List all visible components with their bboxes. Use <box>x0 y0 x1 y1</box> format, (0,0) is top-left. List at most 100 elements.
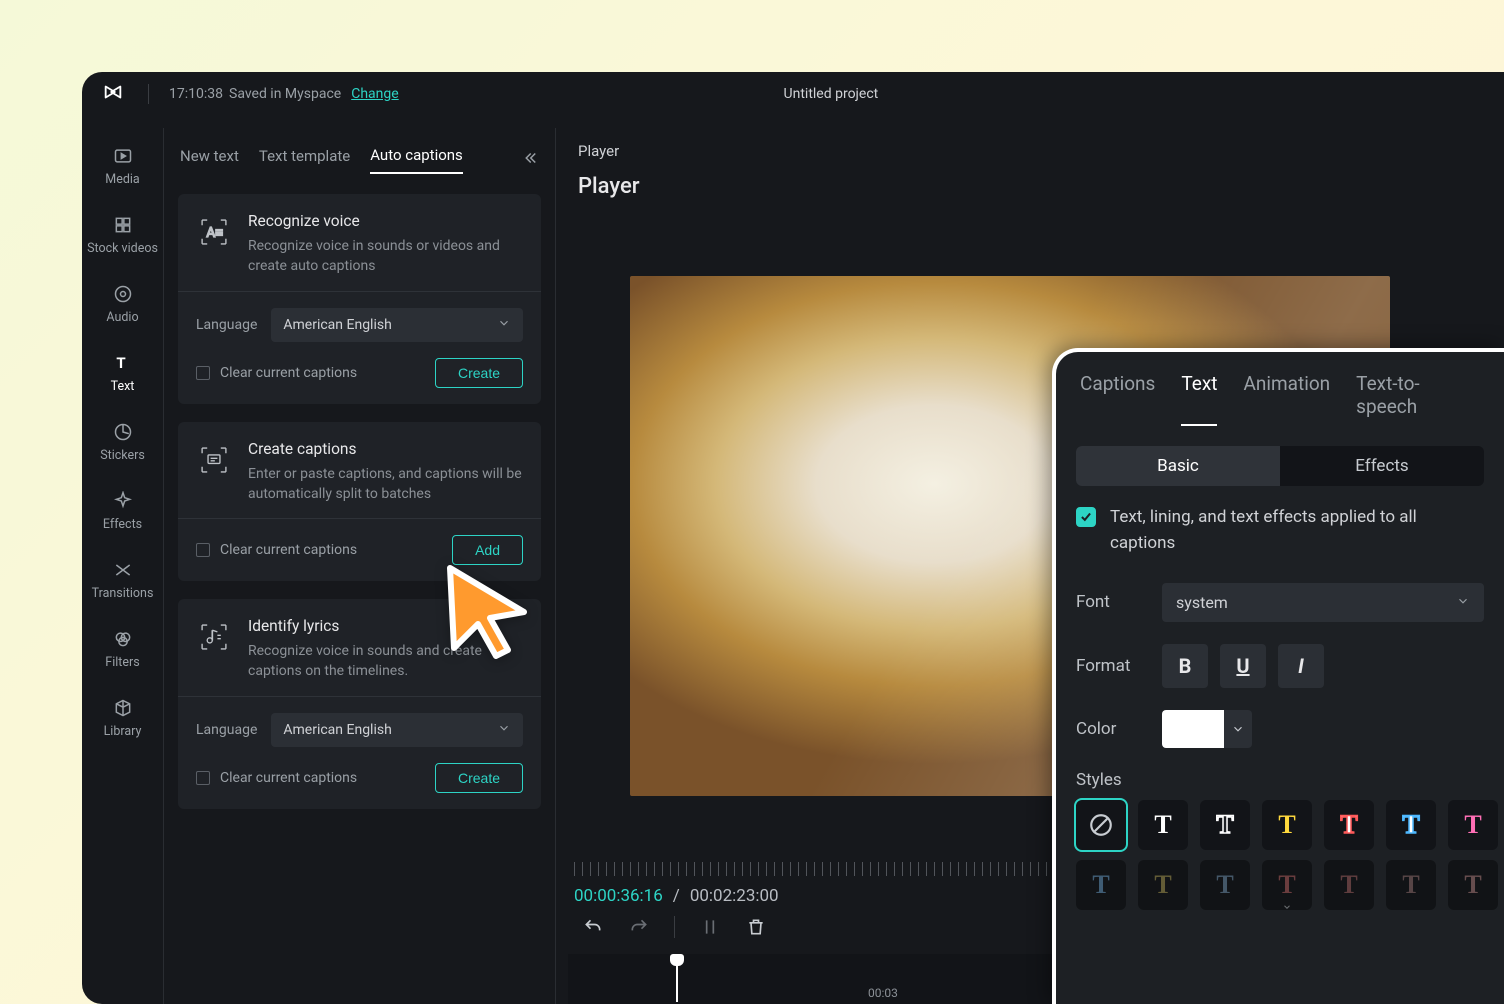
color-swatch[interactable] <box>1162 710 1224 748</box>
bold-button[interactable]: B <box>1162 644 1208 688</box>
rail-stickers-label: Stickers <box>100 448 145 463</box>
style-outline[interactable]: T <box>1200 800 1250 850</box>
chevron-down-icon <box>497 721 511 739</box>
prop-tab-text[interactable]: Text <box>1181 372 1217 426</box>
italic-button[interactable]: I <box>1278 644 1324 688</box>
create-captions-icon <box>196 442 232 478</box>
chevron-down-icon <box>1456 593 1470 612</box>
underline-button[interactable]: U <box>1220 644 1266 688</box>
color-label: Color <box>1076 719 1144 739</box>
lyrics-clear-label: Clear current captions <box>220 770 357 786</box>
chevron-down-icon <box>497 316 511 334</box>
prop-tab-tts[interactable]: Text-to-speech <box>1356 372 1480 426</box>
create-captions-clear-label: Clear current captions <box>220 542 357 558</box>
font-label: Font <box>1076 592 1144 612</box>
rail-media[interactable]: Media <box>82 146 163 187</box>
transitions-icon <box>113 560 133 580</box>
properties-panel: Captions Text Animation Text-to-speech B… <box>1052 348 1504 1004</box>
player-label-big: Player <box>556 168 1504 213</box>
style-pink[interactable]: T <box>1448 800 1498 850</box>
rail-library[interactable]: Library <box>82 698 163 739</box>
recognize-clear-checkbox[interactable]: Clear current captions <box>196 365 357 381</box>
create-captions-clear-checkbox[interactable]: Clear current captions <box>196 542 357 558</box>
apply-all-label: Text, lining, and text effects applied t… <box>1110 504 1484 557</box>
rail-effects[interactable]: Effects <box>82 491 163 532</box>
lyrics-lang-label: Language <box>196 722 257 738</box>
color-dropdown-button[interactable] <box>1224 710 1252 748</box>
change-link[interactable]: Change <box>351 86 398 102</box>
recognize-create-button[interactable]: Create <box>435 358 523 388</box>
recognize-voice-card: A≡ Recognize voice Recognize voice in so… <box>178 194 541 404</box>
topbar-divider <box>148 84 149 104</box>
app-logo-icon <box>102 81 124 107</box>
recognize-voice-icon: A≡ <box>196 214 232 250</box>
style-8[interactable]: T <box>1076 860 1126 910</box>
playhead[interactable] <box>676 964 678 1002</box>
recognize-desc: Recognize voice in sounds or videos and … <box>248 236 523 277</box>
style-white[interactable]: T <box>1138 800 1188 850</box>
redo-icon[interactable] <box>628 916 650 938</box>
font-dropdown[interactable]: system <box>1162 583 1484 622</box>
rail-transitions[interactable]: Transitions <box>82 560 163 601</box>
segment-effects[interactable]: Effects <box>1280 446 1484 486</box>
media-icon <box>113 146 133 166</box>
style-14[interactable]: T <box>1448 860 1498 910</box>
create-captions-title: Create captions <box>248 440 523 458</box>
app-window: 17:10:38 Saved in Myspace Change Untitle… <box>82 72 1504 1004</box>
create-captions-card: Create captions Enter or paste captions,… <box>178 422 541 582</box>
topbar: 17:10:38 Saved in Myspace Change Untitle… <box>82 72 1504 116</box>
rail-transitions-label: Transitions <box>92 586 154 601</box>
tab-new-text[interactable]: New text <box>180 147 239 173</box>
undo-icon[interactable] <box>582 916 604 938</box>
style-red-outline[interactable]: T <box>1324 800 1374 850</box>
library-icon <box>113 698 133 718</box>
text-panel-tabs: New text Text template Auto captions <box>178 140 541 182</box>
project-title: Untitled project <box>784 86 879 102</box>
recognize-lang-label: Language <box>196 317 257 333</box>
prop-tab-captions[interactable]: Captions <box>1080 372 1155 426</box>
track-timestamp: 00:03 <box>868 986 898 1000</box>
style-11[interactable]: T <box>1262 860 1312 910</box>
format-label: Format <box>1076 656 1144 676</box>
rail-audio[interactable]: Audio <box>82 284 163 325</box>
filters-icon <box>113 629 133 649</box>
style-10[interactable]: T <box>1200 860 1250 910</box>
styles-label: Styles <box>1076 770 1484 790</box>
rail-stickers[interactable]: Stickers <box>82 422 163 463</box>
style-yellow[interactable]: T <box>1262 800 1312 850</box>
style-9[interactable]: T <box>1138 860 1188 910</box>
split-icon[interactable] <box>699 916 721 938</box>
recognize-lang-dropdown[interactable]: American English <box>271 308 523 342</box>
style-blue-outline[interactable]: T <box>1386 800 1436 850</box>
player-label-small: Player <box>556 128 1504 168</box>
rail-audio-label: Audio <box>106 310 138 325</box>
style-none[interactable] <box>1076 800 1126 850</box>
lyrics-create-button[interactable]: Create <box>435 763 523 793</box>
audio-icon <box>113 284 133 304</box>
tab-text-template[interactable]: Text template <box>259 147 350 173</box>
rail-library-label: Library <box>104 724 142 739</box>
segment-basic[interactable]: Basic <box>1076 446 1280 486</box>
rail-stock[interactable]: Stock videos <box>82 215 163 256</box>
lyrics-lang-dropdown[interactable]: American English <box>271 713 523 747</box>
lyrics-clear-checkbox[interactable]: Clear current captions <box>196 770 357 786</box>
delete-icon[interactable] <box>745 916 767 938</box>
cursor-pointer-icon <box>440 560 536 664</box>
rail-media-label: Media <box>105 172 139 187</box>
left-rail: Media Stock videos Audio T Text Stickers… <box>82 128 164 1004</box>
stock-icon <box>113 215 133 235</box>
timecode-current: 00:00:36:16 <box>574 886 663 906</box>
text-icon: T <box>113 353 133 373</box>
style-13[interactable]: T <box>1386 860 1436 910</box>
recognize-lang-value: American English <box>283 317 391 333</box>
collapse-panel-icon[interactable] <box>521 149 539 171</box>
rail-stock-label: Stock videos <box>87 241 158 256</box>
apply-all-checkbox[interactable] <box>1076 507 1096 527</box>
prop-tab-animation[interactable]: Animation <box>1243 372 1330 426</box>
tab-auto-captions[interactable]: Auto captions <box>370 146 463 174</box>
create-captions-desc: Enter or paste captions, and captions wi… <box>248 464 523 505</box>
rail-text[interactable]: T Text <box>82 353 163 394</box>
rail-filters[interactable]: Filters <box>82 629 163 670</box>
rail-effects-label: Effects <box>103 517 142 532</box>
style-12[interactable]: T <box>1324 860 1374 910</box>
